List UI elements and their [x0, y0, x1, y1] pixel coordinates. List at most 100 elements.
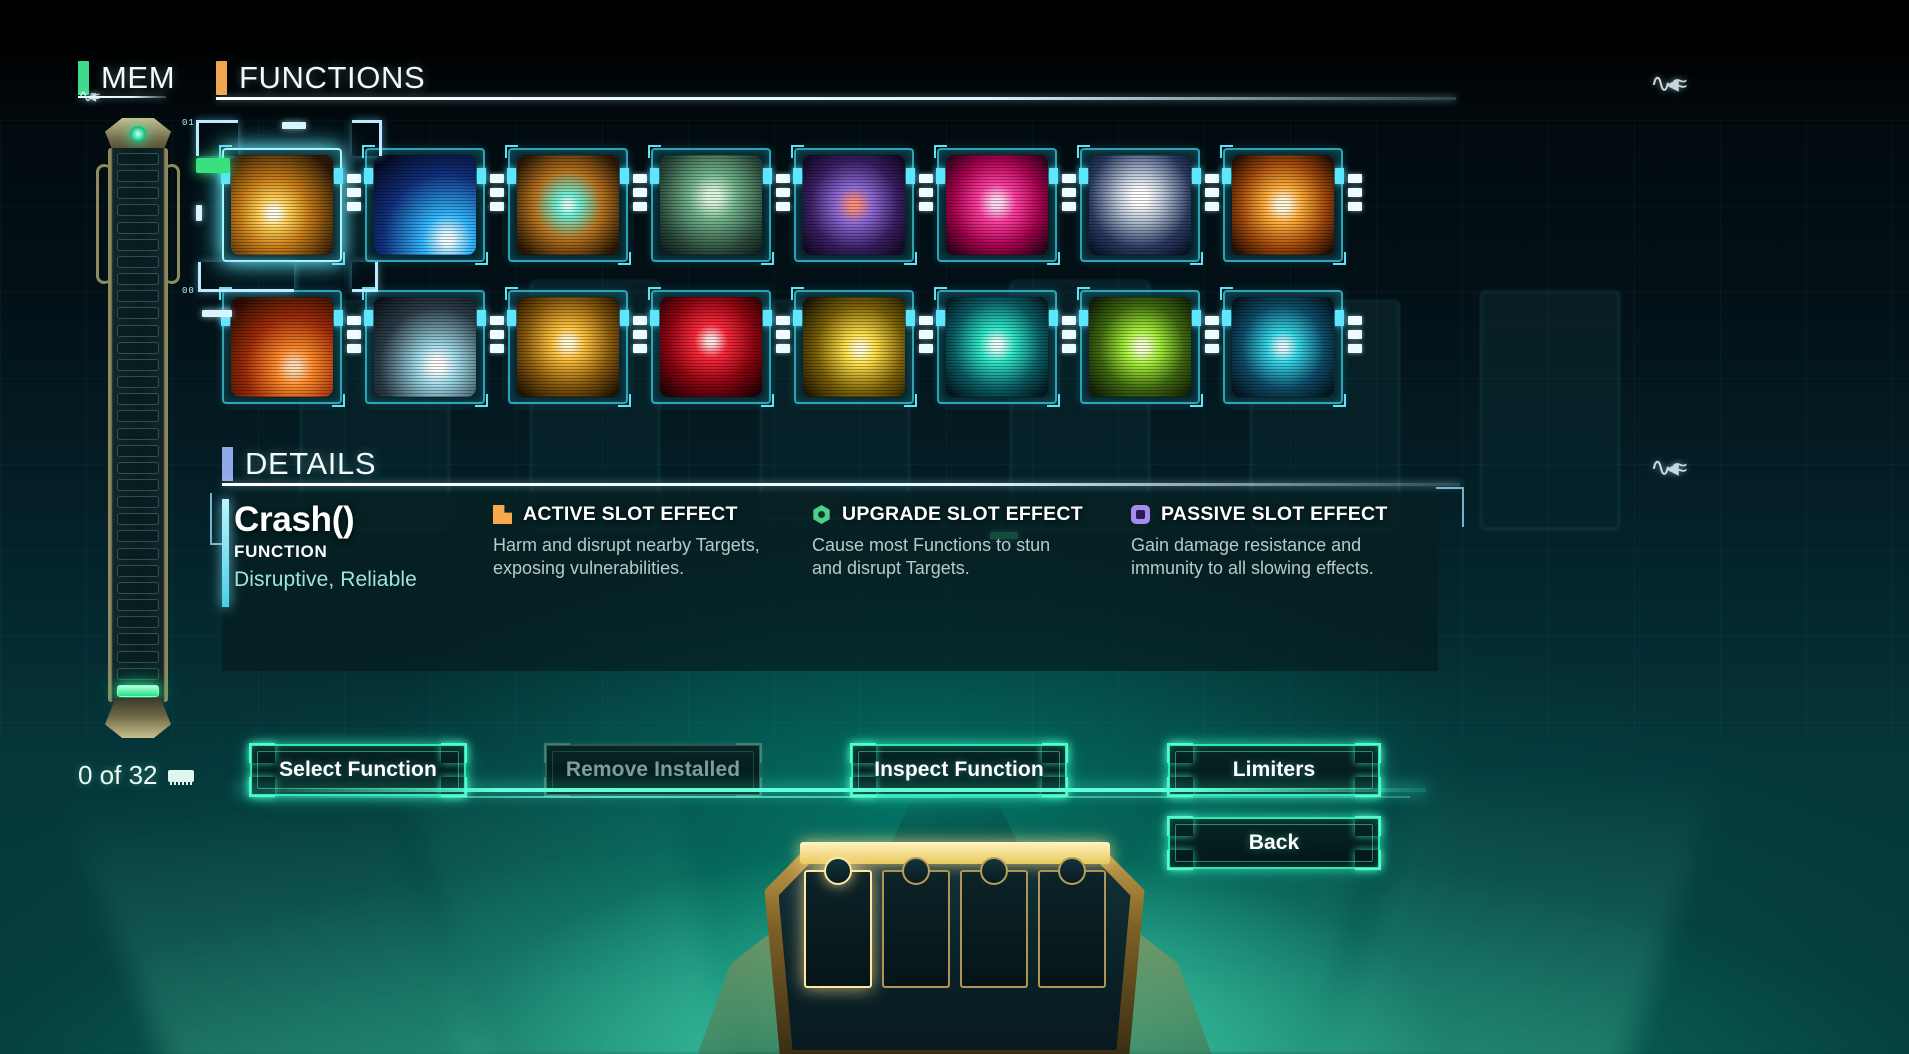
memory-counter: 0 of 32: [78, 760, 268, 791]
memory-segment: [117, 684, 159, 697]
function-title-block: Crash() FUNCTION Disruptive, Reliable: [234, 500, 484, 592]
loadout-slot-3[interactable]: [959, 857, 1028, 988]
memory-chip-icon: [167, 769, 194, 785]
function-card-indicators: [1205, 316, 1219, 353]
function-slot-7[interactable]: [1077, 145, 1219, 265]
mem-header-label: MEM: [101, 60, 176, 95]
upgrade-slot-icon: [813, 505, 830, 524]
function-slot-3[interactable]: [505, 145, 647, 265]
background-rack: [1480, 290, 1620, 530]
function-slot-14[interactable]: [934, 287, 1076, 407]
function-card-indicators: [1205, 174, 1219, 211]
passive-slot-label: PASSIVE SLOT EFFECT: [1161, 503, 1388, 525]
upgrade-slot-label: UPGRADE SLOT EFFECT: [842, 503, 1083, 525]
function-name: Crash(): [234, 500, 355, 539]
back-button[interactable]: Back: [1167, 816, 1381, 870]
functions-grid[interactable]: [219, 145, 1472, 407]
memory-segment: [117, 410, 159, 423]
memory-segment: [117, 376, 159, 389]
loadout-slot-1[interactable]: [803, 857, 872, 988]
functions-header-label: FUNCTIONS: [239, 60, 426, 95]
function-slot-6[interactable]: [934, 145, 1076, 265]
memory-segment: [117, 187, 159, 200]
memory-segment: [117, 616, 159, 629]
memory-segment: [117, 393, 159, 406]
grid-marker-00: 00: [182, 286, 195, 296]
function-card-indicators: [1348, 316, 1362, 353]
loadout-slot-4[interactable]: [1037, 857, 1106, 988]
function-slot-8[interactable]: [1220, 145, 1362, 265]
memory-gauge: [94, 118, 182, 738]
memory-segment: [117, 204, 159, 217]
function-slot-11[interactable]: [505, 287, 647, 407]
cyan-hex-icon: [1232, 297, 1334, 397]
details-header: DETAILS: [222, 446, 376, 482]
memory-segment: [117, 530, 159, 543]
functions-header-rule: [216, 97, 1456, 100]
memory-segment: [117, 221, 159, 234]
silver-dart-icon: [374, 297, 476, 397]
function-slot-15[interactable]: [1077, 287, 1219, 407]
passive-slot-description: Gain damage resistance and immunity to a…: [1131, 535, 1374, 578]
function-slot-4[interactable]: [648, 145, 790, 265]
ship-loadout: [697, 824, 1212, 1054]
memory-segment: [117, 633, 159, 646]
function-card-indicators: [490, 174, 504, 211]
function-slot-2[interactable]: [362, 145, 504, 265]
passive-slot-icon: [1131, 505, 1150, 524]
grid-marker-01: 01: [182, 118, 195, 128]
mem-accent-bar: [78, 61, 89, 95]
loadout-slots[interactable]: [803, 857, 1106, 988]
details-panel-corner: [1436, 487, 1464, 527]
function-slot-10[interactable]: [362, 287, 504, 407]
crimson-arrows-icon: [660, 297, 762, 397]
yellow-bolt-icon: [803, 297, 905, 397]
teal-vortex-icon: [946, 297, 1048, 397]
function-card-indicators: [347, 174, 361, 211]
memory-segment: [117, 358, 159, 371]
function-row: [219, 287, 1472, 407]
memory-segment: [117, 444, 159, 457]
details-accent-bar: [222, 447, 233, 481]
grid-deco-bar: [202, 310, 232, 317]
function-slot-16[interactable]: [1220, 287, 1362, 407]
function-card-indicators: [776, 174, 790, 211]
grid-deco-tick: [196, 205, 202, 221]
grid-deco-bar: [282, 122, 306, 129]
active-slot-icon: [493, 505, 512, 524]
memory-segment: [117, 461, 159, 474]
memory-segment: [117, 324, 159, 337]
memory-segment: [117, 170, 159, 183]
memory-segment: [117, 667, 159, 680]
grid-bracket-top-right: [352, 120, 382, 156]
function-kind: FUNCTION: [234, 542, 328, 561]
details-panel-corner: [210, 493, 228, 545]
blue-lance-icon: [374, 155, 476, 255]
loadout-slot-2[interactable]: [881, 857, 950, 988]
jade-runner-icon: [660, 155, 762, 255]
orange-burst-icon: [1232, 155, 1334, 255]
hud-sweep-line-secondary: [250, 796, 1410, 798]
function-card-indicators: [633, 316, 647, 353]
function-card-indicators: [1062, 316, 1076, 353]
function-slot-9[interactable]: [219, 287, 361, 407]
memory-segment: [117, 513, 159, 526]
function-slot-12[interactable]: [648, 287, 790, 407]
function-slot-13[interactable]: [791, 287, 933, 407]
gold-spire-icon: [517, 297, 619, 397]
memory-segment: [117, 547, 159, 560]
memory-counter-value: 0 of 32: [78, 760, 158, 790]
mem-header-rule: [78, 96, 166, 98]
memory-segment: [117, 307, 159, 320]
active-slot-effect: ACTIVE SLOT EFFECT Harm and disrupt near…: [493, 503, 765, 579]
lime-grid-icon: [1089, 297, 1191, 397]
function-card-indicators: [347, 316, 361, 353]
upgrade-slot-effect: UPGRADE SLOT EFFECT Cause most Functions…: [812, 503, 1084, 579]
memory-segment: [117, 427, 159, 440]
memory-segment: [117, 478, 159, 491]
crash-function[interactable]: [219, 145, 361, 265]
amber-shatter-icon: [517, 155, 619, 255]
function-slot-5[interactable]: [791, 145, 933, 265]
details-header-rule: [222, 483, 1460, 486]
function-tags: Disruptive, Reliable: [234, 568, 417, 591]
